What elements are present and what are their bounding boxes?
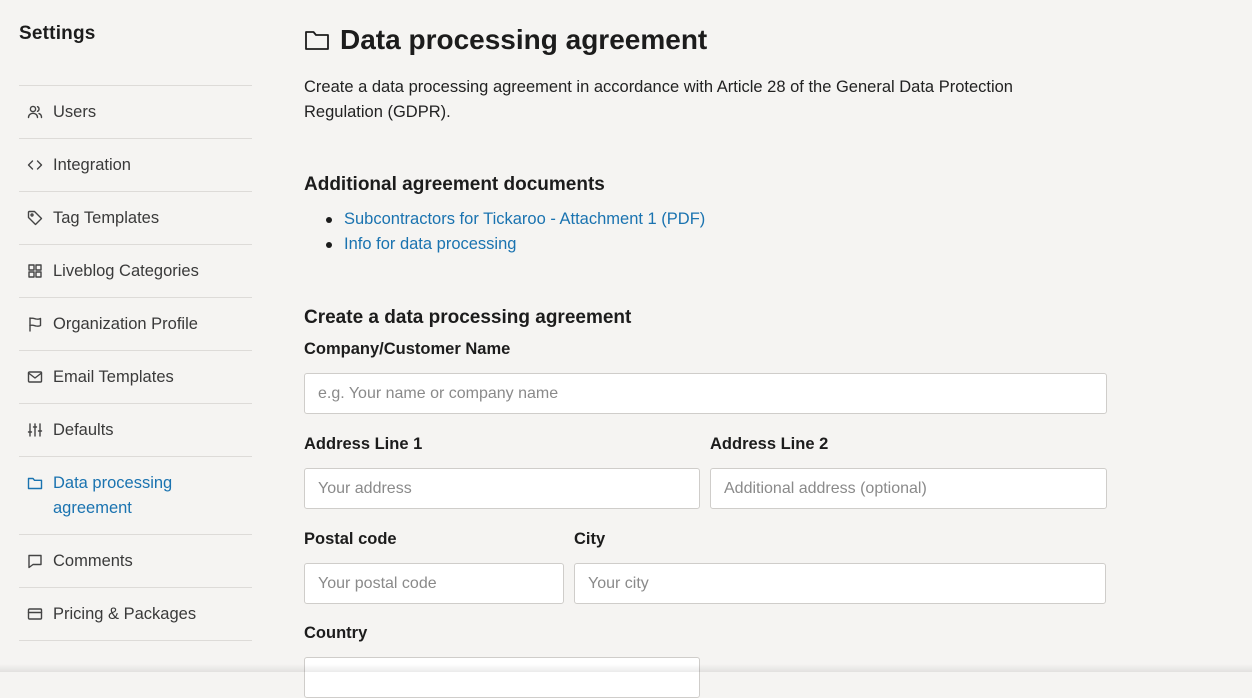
flag-icon — [27, 316, 43, 332]
postal-code-input[interactable] — [304, 563, 564, 604]
sidebar-item-label: Email Templates — [53, 368, 174, 386]
postal-code-label: Postal code — [304, 530, 397, 548]
grid-icon — [27, 263, 43, 279]
page-title-text: Data processing agreement — [340, 24, 708, 55]
sidebar-item-users[interactable]: Users — [19, 86, 252, 139]
list-item: Subcontractors for Tickaroo - Attachment… — [326, 207, 705, 232]
page-title: Data processing agreement — [304, 24, 707, 56]
sidebar-item-data-processing-agreement[interactable]: Data processing agreement — [19, 457, 252, 535]
sidebar-item-email-templates[interactable]: Email Templates — [19, 351, 252, 404]
sidebar-item-label: Pricing & Packages — [53, 605, 197, 623]
intro-text: Create a data processing agreement in ac… — [304, 78, 1013, 121]
sidebar-item-label: Comments — [53, 552, 133, 570]
company-name-input[interactable] — [304, 373, 1107, 414]
sliders-icon — [27, 422, 43, 438]
sidebar-item-organization-profile[interactable]: Organization Profile — [19, 298, 252, 351]
city-input[interactable] — [574, 563, 1106, 604]
settings-nav: Users Integration Tag Templates Liveblog… — [19, 85, 252, 641]
address-line-2-input[interactable] — [710, 468, 1107, 509]
address-line-1-input[interactable] — [304, 468, 700, 509]
sidebar-item-integration[interactable]: Integration — [19, 139, 252, 192]
sidebar-item-defaults[interactable]: Defaults — [19, 404, 252, 457]
address-line-2-label: Address Line 2 — [710, 435, 829, 453]
sidebar-item-tag-templates[interactable]: Tag Templates — [19, 192, 252, 245]
subcontractors-link[interactable]: Subcontractors for Tickaroo - Attachment… — [344, 210, 705, 228]
sidebar-item-label: Liveblog Categories — [53, 262, 199, 280]
documents-list: Subcontractors for Tickaroo - Attachment… — [326, 207, 705, 257]
sidebar-item-label: Tag Templates — [53, 209, 160, 227]
mail-icon — [27, 369, 43, 385]
tag-icon — [27, 210, 43, 226]
sidebar-item-label: Data processing agreement — [53, 474, 173, 517]
sidebar-item-label: Defaults — [53, 421, 114, 439]
sidebar-item-label: Organization Profile — [53, 315, 198, 333]
folder-icon — [305, 31, 329, 50]
address-line-1-label: Address Line 1 — [304, 435, 423, 453]
country-label: Country — [304, 624, 368, 642]
sidebar-item-liveblog-categories[interactable]: Liveblog Categories — [19, 245, 252, 298]
sidebar-item-label: Users — [53, 103, 97, 121]
data-processing-info-link[interactable]: Info for data processing — [344, 235, 516, 253]
comment-icon — [27, 553, 43, 569]
sidebar-title: Settings — [19, 23, 96, 44]
list-item: Info for data processing — [326, 232, 705, 257]
code-icon — [27, 157, 43, 173]
folder-icon — [27, 475, 43, 491]
sidebar-item-label: Integration — [53, 156, 131, 174]
users-icon — [27, 104, 43, 120]
bottom-fade — [0, 664, 1252, 672]
credit-card-icon — [27, 606, 43, 622]
create-agreement-heading: Create a data processing agreement — [304, 307, 632, 328]
sidebar-item-comments[interactable]: Comments — [19, 535, 252, 588]
city-label: City — [574, 530, 606, 548]
company-label: Company/Customer Name — [304, 340, 511, 358]
sidebar-item-pricing-packages[interactable]: Pricing & Packages — [19, 588, 252, 641]
additional-documents-heading: Additional agreement documents — [304, 174, 605, 195]
